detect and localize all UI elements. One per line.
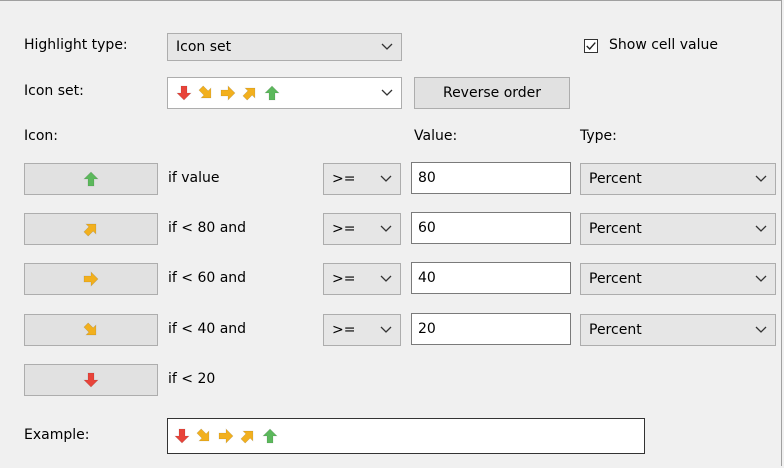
example-icons — [174, 428, 278, 444]
rule-icon-button[interactable] — [24, 263, 158, 295]
arrow-downright-yellow-icon — [196, 428, 210, 442]
rule-type-select[interactable]: Percent — [580, 163, 776, 195]
checkmark-icon — [586, 42, 596, 51]
rule-operator-value: >= — [332, 271, 356, 287]
rule-condition-label: if < 20 — [168, 371, 216, 387]
chevron-down-icon — [755, 275, 767, 282]
rule-condition-label: if < 80 and — [168, 220, 247, 236]
rule-type-select[interactable]: Percent — [580, 213, 776, 245]
value-column-header: Value: — [414, 128, 458, 144]
icon-set-preview — [176, 85, 280, 101]
chevron-down-icon — [381, 43, 393, 50]
rule-type-value: Percent — [589, 271, 642, 287]
reverse-order-button[interactable]: Reverse order — [414, 77, 570, 109]
highlight-type-value: Icon set — [176, 39, 232, 55]
chevron-down-icon — [380, 326, 392, 333]
rule-operator-select[interactable]: >= — [323, 213, 401, 245]
example-label: Example: — [24, 427, 90, 443]
rule-icon-button[interactable] — [24, 213, 158, 245]
rule-operator-select[interactable]: >= — [323, 163, 401, 195]
show-cell-value-checkbox[interactable] — [584, 39, 598, 53]
rule-value-input[interactable]: 20 — [411, 313, 571, 345]
arrow-right-yellow-icon — [83, 271, 99, 287]
arrow-up-green-icon — [264, 85, 280, 101]
rule-icon-button[interactable] — [24, 163, 158, 195]
chevron-down-icon — [755, 326, 767, 333]
rule-condition-label: if value — [168, 170, 220, 186]
show-cell-value-label: Show cell value — [609, 37, 719, 53]
rule-icon-button[interactable] — [24, 314, 158, 346]
chevron-down-icon — [381, 89, 393, 96]
rule-type-value: Percent — [589, 322, 642, 338]
highlight-type-select[interactable]: Icon set — [167, 33, 402, 61]
rule-operator-value: >= — [332, 322, 356, 338]
arrow-upright-yellow-icon — [83, 223, 97, 237]
rule-condition-label: if < 40 and — [168, 321, 247, 337]
rule-value-input[interactable]: 80 — [411, 162, 571, 194]
rule-type-value: Percent — [589, 221, 642, 237]
chevron-down-icon — [755, 175, 767, 182]
rule-operator-value: >= — [332, 221, 356, 237]
arrow-up-green-icon — [83, 171, 99, 187]
rule-type-value: Percent — [589, 171, 642, 187]
rule-condition-label: if < 60 and — [168, 270, 247, 286]
arrow-right-yellow-icon — [220, 85, 236, 101]
arrow-up-green-icon — [262, 428, 278, 444]
rule-value-input[interactable]: 40 — [411, 262, 571, 294]
rule-type-select[interactable]: Percent — [580, 263, 776, 295]
arrow-right-yellow-icon — [218, 428, 234, 444]
arrow-downright-yellow-icon — [198, 85, 212, 99]
example-preview — [167, 418, 645, 454]
rule-type-select[interactable]: Percent — [580, 314, 776, 346]
chevron-down-icon — [755, 225, 767, 232]
type-column-header: Type: — [580, 128, 617, 144]
chevron-down-icon — [380, 225, 392, 232]
highlight-type-label: Highlight type: — [24, 37, 128, 53]
chevron-down-icon — [380, 275, 392, 282]
rule-operator-select[interactable]: >= — [323, 263, 401, 295]
icon-set-select[interactable] — [167, 77, 402, 109]
arrow-down-red-icon — [176, 85, 192, 101]
arrow-downright-yellow-icon — [83, 322, 97, 336]
rule-operator-value: >= — [332, 171, 356, 187]
icon-set-label: Icon set: — [24, 83, 84, 99]
arrow-down-red-icon — [174, 428, 190, 444]
icon-column-header: Icon: — [24, 128, 58, 144]
arrow-upright-yellow-icon — [242, 87, 256, 101]
arrow-down-red-icon — [83, 372, 99, 388]
chevron-down-icon — [380, 175, 392, 182]
rule-value-input[interactable]: 60 — [411, 212, 571, 244]
rule-icon-button[interactable] — [24, 364, 158, 396]
arrow-upright-yellow-icon — [240, 430, 254, 444]
rule-operator-select[interactable]: >= — [323, 314, 401, 346]
